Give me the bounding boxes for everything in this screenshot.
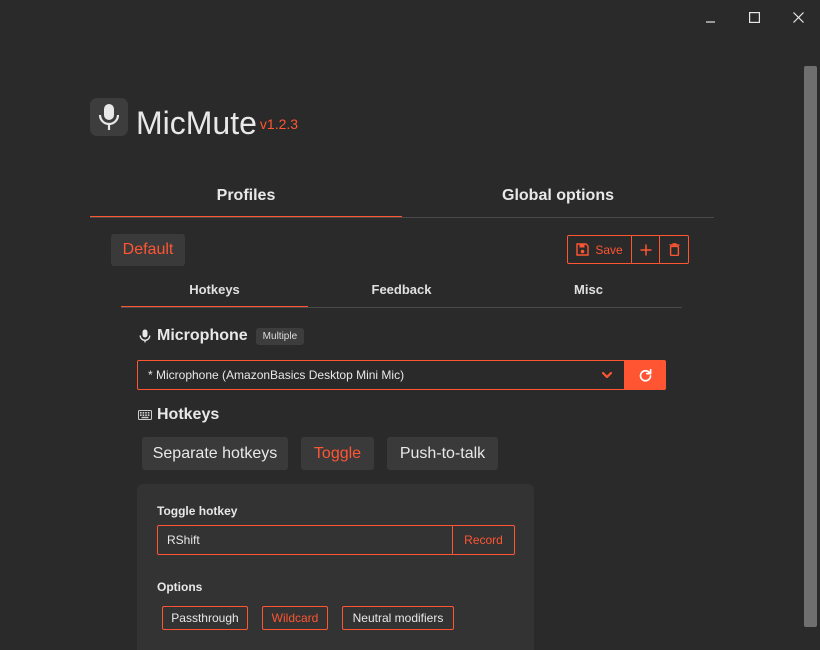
app-header: MicMute v1.2.3 xyxy=(90,98,299,141)
profile-select-button[interactable]: Default xyxy=(111,234,185,266)
delete-profile-button[interactable] xyxy=(660,236,688,263)
tab-misc[interactable]: Misc xyxy=(495,276,682,307)
profile-actions: Save xyxy=(567,235,689,264)
save-label: Save xyxy=(595,242,623,257)
tab-profiles[interactable]: Profiles xyxy=(90,178,402,217)
refresh-icon xyxy=(639,368,652,382)
mode-push-to-talk-button[interactable]: Push-to-talk xyxy=(387,437,498,470)
toggle-hotkey-field[interactable]: RShift xyxy=(157,525,453,555)
minimize-icon[interactable] xyxy=(688,0,732,34)
toggle-hotkey-label: Toggle hotkey xyxy=(157,504,238,518)
maximize-icon[interactable] xyxy=(732,0,776,34)
multiple-badge: Multiple xyxy=(255,327,305,345)
options-label: Options xyxy=(157,580,203,594)
app-title: MicMute xyxy=(136,105,257,141)
window-controls xyxy=(688,0,820,34)
microphone-icon xyxy=(139,329,151,343)
microphone-select[interactable]: * Microphone (AmazonBasics Desktop Mini … xyxy=(137,360,625,390)
toggle-hotkey-card: Toggle hotkey RShift Record Options Pass… xyxy=(137,484,534,650)
hotkeys-section-title: Hotkeys xyxy=(138,406,219,424)
keyboard-icon xyxy=(138,410,152,420)
sub-tabs: Hotkeys Feedback Misc xyxy=(121,276,682,308)
scrollbar-thumb[interactable] xyxy=(804,66,817,627)
record-button[interactable]: Record xyxy=(452,525,515,555)
add-profile-button[interactable] xyxy=(632,236,660,263)
close-icon[interactable] xyxy=(776,0,820,34)
main-tabs: Profiles Global options xyxy=(90,178,714,218)
microphone-icon xyxy=(90,98,128,136)
microphone-section-title: Microphone Multiple xyxy=(139,327,305,345)
tab-feedback[interactable]: Feedback xyxy=(308,276,495,307)
refresh-microphones-button[interactable] xyxy=(625,360,666,390)
mode-toggle-button[interactable]: Toggle xyxy=(301,437,374,470)
app-version: v1.2.3 xyxy=(259,116,299,132)
mode-separate-hotkeys-button[interactable]: Separate hotkeys xyxy=(142,437,288,470)
hotkeys-title: Hotkeys xyxy=(157,406,220,423)
passthrough-option-button[interactable]: Passthrough xyxy=(162,606,248,630)
scrollbar[interactable] xyxy=(802,34,820,650)
plus-icon xyxy=(640,244,651,255)
neutral-modifiers-option-button[interactable]: Neutral modifiers xyxy=(342,606,454,630)
wildcard-option-button[interactable]: Wildcard xyxy=(262,606,328,630)
save-button[interactable]: Save xyxy=(568,236,632,263)
microphone-select-value: * Microphone (AmazonBasics Desktop Mini … xyxy=(148,368,405,382)
trash-icon xyxy=(669,243,679,256)
save-icon xyxy=(576,243,590,256)
tab-hotkeys[interactable]: Hotkeys xyxy=(121,276,308,307)
chevron-down-icon xyxy=(602,371,612,379)
microphone-title: Microphone xyxy=(157,327,248,344)
tab-global-options[interactable]: Global options xyxy=(402,178,714,217)
